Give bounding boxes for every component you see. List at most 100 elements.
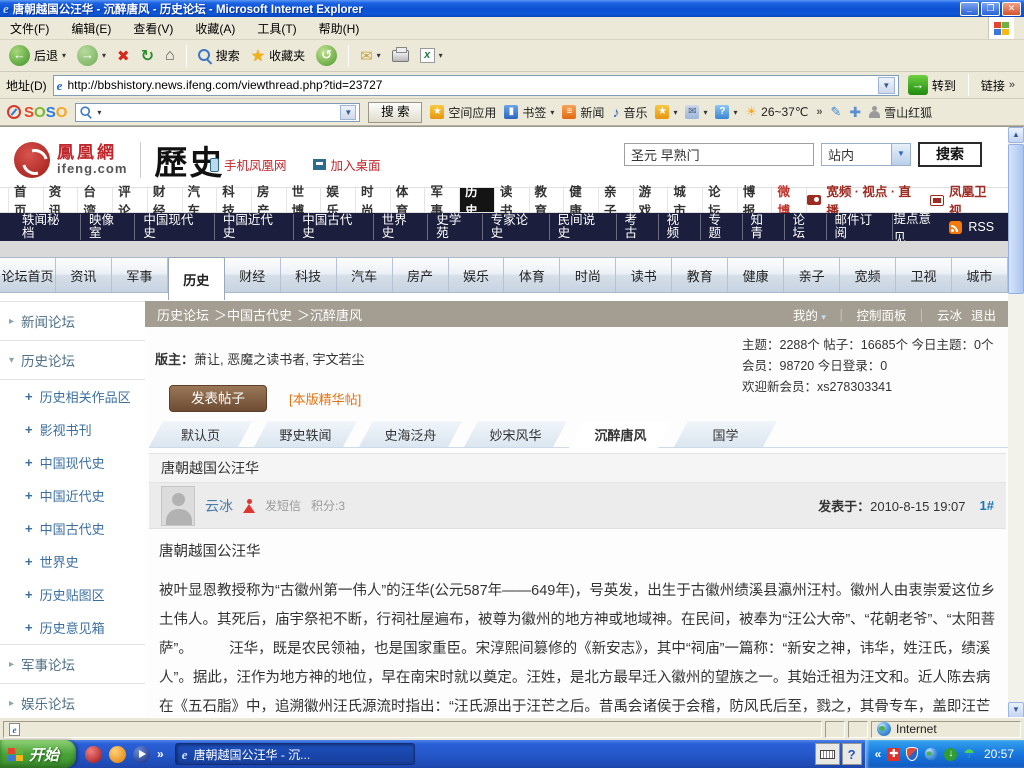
forum-nav-item[interactable]: 体育 bbox=[504, 258, 560, 292]
floor-link[interactable]: 1# bbox=[980, 498, 994, 513]
main-nav-item[interactable]: 军事 bbox=[425, 188, 460, 212]
sub-nav-item[interactable]: 专题 bbox=[701, 214, 743, 240]
scroll-up-icon[interactable]: ▲ bbox=[1008, 127, 1024, 143]
links-button[interactable]: 链接» bbox=[978, 76, 1018, 95]
menu-item[interactable]: 收藏(A) bbox=[195, 20, 235, 37]
soso-search-button[interactable]: 搜 索 bbox=[368, 102, 422, 123]
soso-music-button[interactable]: ♪音乐 bbox=[612, 104, 647, 121]
main-nav-item[interactable]: 台湾 bbox=[78, 188, 113, 212]
rss-link[interactable]: RSS bbox=[968, 220, 994, 234]
print-button[interactable] bbox=[389, 49, 412, 63]
weather-widget[interactable]: ☀26~37℃ bbox=[746, 104, 809, 120]
vertical-scrollbar[interactable]: ▲ ▼ bbox=[1008, 127, 1024, 717]
forum-nav-item[interactable]: 科技 bbox=[281, 258, 337, 292]
main-nav-item[interactable]: 科技 bbox=[217, 188, 252, 212]
sub-nav-item[interactable]: 视频 bbox=[659, 214, 701, 240]
sub-nav-item[interactable]: 世界史 bbox=[374, 214, 428, 240]
forum-tab[interactable]: 国学 bbox=[674, 421, 777, 447]
taskbar-task-button[interactable]: e 唐朝越国公汪华 - 沉... bbox=[175, 743, 415, 765]
forum-nav-item[interactable]: 宽频 bbox=[840, 258, 896, 292]
author-name-link[interactable]: 云冰 bbox=[205, 496, 233, 516]
stop-button[interactable]: ✖ bbox=[114, 46, 133, 66]
menu-item[interactable]: 帮助(H) bbox=[319, 20, 360, 37]
quick-launch-icon-1[interactable] bbox=[85, 746, 102, 763]
breadcrumb-item[interactable]: 历史论坛 bbox=[157, 305, 209, 324]
new-member-link[interactable]: xs278303341 bbox=[817, 380, 892, 394]
forum-tab[interactable]: 野史轶闻 bbox=[254, 421, 357, 447]
sidebar-item[interactable]: + 世界史 bbox=[0, 545, 145, 578]
sub-nav-item[interactable]: 轶闻秘档 bbox=[14, 214, 81, 240]
username-link[interactable]: 云冰 bbox=[937, 305, 962, 324]
go-button[interactable]: → 转到 bbox=[905, 74, 959, 96]
my-menu[interactable]: 我的 ▾ bbox=[793, 305, 826, 324]
main-nav-item[interactable]: 资讯 bbox=[44, 188, 79, 212]
sub-nav-item[interactable]: 中国现代史 bbox=[135, 214, 214, 240]
soso-mail-menu[interactable]: ✉▾ bbox=[685, 105, 707, 119]
sidebar-item[interactable]: + 影视书刊 bbox=[0, 413, 145, 446]
main-nav-item[interactable]: 城市 bbox=[668, 188, 703, 212]
tray-update-icon[interactable]: ↓ bbox=[944, 748, 957, 761]
new-post-button[interactable]: 发表帖子 bbox=[169, 385, 267, 412]
sub-nav-item[interactable]: 中国近代史 bbox=[215, 214, 294, 240]
forum-nav-item[interactable]: 汽车 bbox=[337, 258, 393, 292]
tray-shield-icon[interactable] bbox=[906, 747, 918, 761]
tray-globe-icon[interactable] bbox=[925, 748, 938, 761]
forum-nav-item[interactable]: 军事 bbox=[112, 258, 168, 292]
breadcrumb-item[interactable]: ＞沉醉唐风 bbox=[297, 305, 362, 324]
sub-nav-item[interactable]: 中国古代史 bbox=[294, 214, 373, 240]
history-button[interactable]: ↺ bbox=[313, 44, 340, 67]
sub-nav-item[interactable]: 考古 bbox=[617, 214, 659, 240]
close-button[interactable]: ✕ bbox=[1002, 2, 1021, 16]
main-nav-item[interactable]: 微博 bbox=[772, 188, 807, 212]
pm-link[interactable]: 发短信 bbox=[265, 497, 301, 514]
forum-tab[interactable]: 史海泛舟 bbox=[359, 421, 462, 447]
media-player-icon[interactable] bbox=[133, 746, 150, 763]
soso-user-button[interactable]: 雪山红狐 bbox=[869, 104, 932, 121]
back-caret-icon[interactable]: ▾ bbox=[62, 51, 66, 60]
sub-nav-item[interactable]: 邮件订阅 bbox=[827, 214, 894, 240]
forward-button[interactable]: → ▾ bbox=[74, 44, 109, 67]
forum-tab[interactable]: 妙宋风华 bbox=[464, 421, 567, 447]
breadcrumb-item[interactable]: ＞中国古代史 bbox=[214, 305, 292, 324]
mail-button[interactable]: ✉▾ bbox=[357, 46, 384, 66]
sub-nav-item[interactable]: 民间说史 bbox=[550, 214, 617, 240]
forum-nav-item[interactable]: 历史 bbox=[168, 257, 225, 300]
back-button[interactable]: ← 后退▾ bbox=[6, 44, 69, 67]
main-nav-item[interactable]: 房产 bbox=[252, 188, 287, 212]
menu-item[interactable]: 编辑(E) bbox=[71, 20, 111, 37]
menu-item[interactable]: 工具(T) bbox=[257, 20, 296, 37]
main-nav-item[interactable]: 汽车 bbox=[183, 188, 218, 212]
main-nav-item[interactable]: 历史 bbox=[460, 188, 495, 212]
forward-caret-icon[interactable]: ▾ bbox=[102, 51, 106, 60]
forum-nav-item[interactable]: 城市 bbox=[952, 258, 1008, 292]
ifeng-brand[interactable]: 鳳凰網 ifeng.com 歷史 bbox=[14, 136, 224, 184]
sidebar-item[interactable]: + 历史相关作品区 bbox=[0, 380, 145, 413]
address-dropdown-icon[interactable]: ▼ bbox=[878, 77, 895, 94]
address-input[interactable]: e http://bbshistory.news.ifeng.com/viewt… bbox=[53, 75, 899, 96]
sub-nav-item[interactable]: 专家论史 bbox=[483, 214, 550, 240]
sidebar-item[interactable]: ▸ 新闻论坛 bbox=[0, 301, 145, 340]
soso-space-button[interactable]: ★空间应用 bbox=[430, 104, 496, 121]
favorites-button[interactable]: ★ 收藏夹 bbox=[248, 45, 308, 67]
main-nav-item[interactable]: 娱乐 bbox=[321, 188, 356, 212]
refresh-button[interactable]: ↻ bbox=[138, 45, 157, 67]
main-nav-item[interactable]: 教育 bbox=[530, 188, 565, 212]
forum-nav-item[interactable]: 论坛首页 bbox=[0, 258, 56, 292]
forum-tab[interactable]: 默认页 bbox=[149, 421, 252, 447]
scroll-down-icon[interactable]: ▼ bbox=[1008, 702, 1024, 717]
site-search-input[interactable]: 圣元 早熟门 bbox=[624, 143, 814, 166]
add-icon[interactable]: ✚ bbox=[849, 104, 861, 121]
digest-link[interactable]: [本版精华帖] bbox=[289, 389, 361, 408]
sub-nav-item[interactable]: 论坛 bbox=[785, 214, 827, 240]
avatar[interactable] bbox=[161, 486, 195, 526]
minimize-button[interactable]: _ bbox=[960, 2, 979, 16]
search-scope-select[interactable]: 站内▼ bbox=[821, 143, 911, 166]
mobile-ifeng-link[interactable]: 手机凤凰网 bbox=[210, 155, 287, 174]
main-nav-item[interactable]: 读书 bbox=[495, 188, 530, 212]
soso-news-button[interactable]: ≡新闻 bbox=[562, 104, 604, 121]
main-nav-item[interactable]: 亲子 bbox=[599, 188, 634, 212]
sidebar-item[interactable]: ▸ 娱乐论坛 bbox=[0, 683, 145, 717]
forum-nav-item[interactable]: 时尚 bbox=[560, 258, 616, 292]
soso-help-menu[interactable]: ?▾ bbox=[715, 105, 737, 119]
sidebar-item[interactable]: + 中国古代史 bbox=[0, 512, 145, 545]
